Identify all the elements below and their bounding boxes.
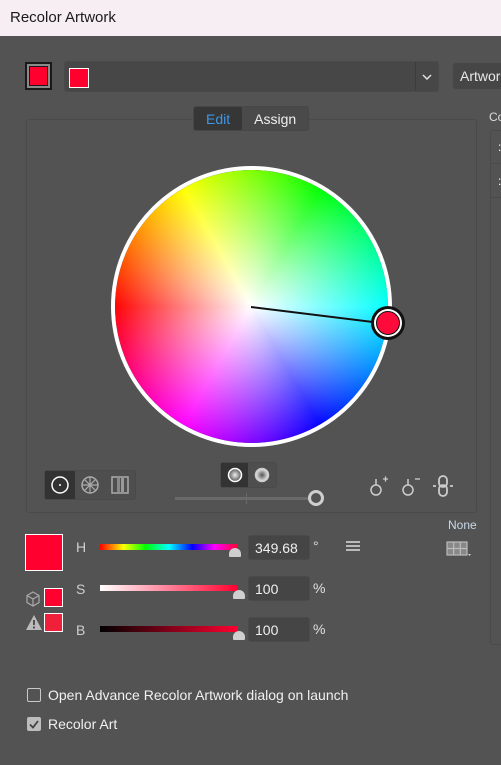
add-color-tool-button[interactable] (367, 474, 391, 498)
brightness-slider-track[interactable] (175, 493, 310, 504)
side-panel (490, 130, 501, 645)
segmented-wheel-icon (81, 476, 99, 494)
color-handle[interactable] (371, 306, 405, 340)
current-color-swatch[interactable] (25, 62, 52, 90)
show-brightness-button[interactable] (248, 463, 275, 487)
brightness-value-slider-track[interactable] (100, 626, 238, 632)
display-mode-group (44, 470, 136, 500)
hamburger-menu-icon[interactable] (345, 540, 361, 552)
ring-mode-group (220, 462, 277, 488)
brightness-input[interactable]: 100 (248, 617, 310, 642)
show-saturation-button[interactable] (221, 463, 248, 487)
color-library-grid-icon[interactable] (446, 541, 472, 557)
link-icon (433, 475, 453, 497)
in-gamut-color-swatch[interactable] (44, 613, 63, 632)
side-panel-title: Co (489, 110, 501, 124)
color-group-chip (69, 68, 89, 88)
mode-tabs: Edit Assign (193, 106, 310, 131)
checkmark-icon (29, 719, 39, 729)
hue-unit: ° (313, 538, 319, 554)
saturation-unit: % (313, 580, 326, 596)
web-safe-color-swatch[interactable] (44, 588, 63, 607)
side-panel-row[interactable]: : (491, 165, 501, 198)
hue-input[interactable]: 349.68 (248, 535, 310, 560)
saturation-ring-icon (227, 467, 242, 483)
color-library-label: None (448, 518, 477, 532)
brightness-slider-tick (246, 493, 247, 504)
current-color-fill (29, 66, 48, 86)
side-panel-row[interactable]: : (491, 131, 501, 164)
segmented-wheel-button[interactable] (75, 471, 105, 499)
brightness-unit: % (313, 621, 326, 637)
add-color-icon (370, 476, 388, 496)
saturation-label: S (76, 581, 86, 597)
open-advanced-option[interactable]: Open Advance Recolor Artwork dialog on l… (27, 687, 348, 703)
remove-color-tool-button[interactable] (399, 474, 423, 498)
tab-assign[interactable]: Assign (242, 107, 308, 130)
tab-edit[interactable]: Edit (194, 107, 243, 130)
open-advanced-checkbox[interactable] (27, 688, 41, 702)
color-bars-icon (111, 476, 129, 494)
color-bars-button[interactable] (105, 471, 135, 499)
color-handle-ring (374, 309, 402, 337)
color-group-dropdown[interactable] (64, 61, 439, 92)
chevron-down-icon (422, 73, 432, 80)
smooth-wheel-icon (51, 476, 69, 494)
brightness-ring-icon (254, 467, 269, 483)
out-of-gamut-warning-icon (26, 615, 42, 630)
artwork-button[interactable]: Artwork (453, 63, 501, 89)
window-titlebar: Recolor Artwork (0, 0, 501, 36)
color-handle-dot (376, 311, 400, 335)
recolor-art-label: Recolor Art (48, 716, 118, 732)
brightness-value-slider-thumb[interactable] (233, 631, 245, 640)
selected-color-swatch[interactable] (25, 534, 63, 571)
web-safe-cube-icon (26, 591, 40, 607)
dropdown-toggle[interactable] (415, 62, 438, 91)
hue-label: H (76, 539, 87, 555)
brightness-slider-knob[interactable] (308, 490, 324, 506)
recolor-art-checkbox[interactable] (27, 717, 41, 731)
saturation-slider-thumb[interactable] (233, 590, 245, 599)
remove-color-icon (402, 478, 420, 496)
recolor-art-option[interactable]: Recolor Art (27, 716, 117, 732)
hue-slider-thumb[interactable] (229, 548, 241, 557)
smooth-wheel-button[interactable] (45, 471, 75, 499)
hue-slider-track[interactable] (100, 544, 238, 550)
open-advanced-label: Open Advance Recolor Artwork dialog on l… (48, 687, 349, 703)
brightness-label: B (76, 622, 86, 638)
saturation-input[interactable]: 100 (248, 576, 310, 601)
link-harmony-button[interactable] (431, 474, 455, 498)
saturation-slider-track[interactable] (100, 585, 238, 591)
window-title: Recolor Artwork (10, 9, 116, 26)
